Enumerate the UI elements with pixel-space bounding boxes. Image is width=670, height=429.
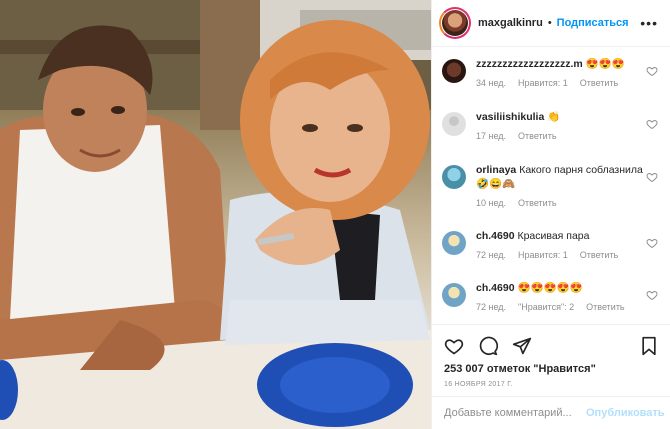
author-username[interactable]: maxgalkinru <box>478 17 543 29</box>
reply-button[interactable]: Ответить <box>580 78 618 88</box>
share-icon[interactable] <box>512 336 532 356</box>
comment-like-count[interactable]: "Нравится": 2 <box>518 302 574 312</box>
post-panel: maxgalkinru • Подписаться ••• zzzzzzzzzz… <box>431 0 670 429</box>
comment-body: ch.4690 😍😍😍😍😍 72 нед. "Нравится": 2 Отве… <box>476 281 646 329</box>
reply-button[interactable]: Ответить <box>586 302 624 312</box>
comment-time[interactable]: 72 нед. <box>476 250 506 260</box>
action-icons-row <box>444 333 659 359</box>
comment-text-line: zzzzzzzzzzzzzzzzzz.m 😍😍😍 <box>476 57 646 71</box>
reply-button[interactable]: Ответить <box>518 198 556 208</box>
commenter-username[interactable]: ch.4690 <box>476 230 515 242</box>
commenter-avatar[interactable] <box>442 112 466 136</box>
comment-item: ch.4690 Красивая пара 72 нед. Нравится: … <box>442 229 658 281</box>
heart-icon[interactable] <box>646 171 658 183</box>
comment-like-count[interactable]: Нравится: 1 <box>518 78 568 88</box>
likes-count[interactable]: 253 007 отметок "Нравится" <box>444 363 659 375</box>
heart-icon[interactable] <box>646 65 658 77</box>
comment-time[interactable]: 72 нед. <box>476 302 506 312</box>
commenter-avatar[interactable] <box>442 231 466 255</box>
comment-meta: 17 нед. Ответить <box>476 131 646 141</box>
post-actions: 253 007 отметок "Нравится" 16 ноября 201… <box>432 324 670 388</box>
comment-text: 👏 <box>547 111 561 123</box>
commenter-avatar[interactable] <box>442 283 466 307</box>
commenter-avatar[interactable] <box>442 59 466 83</box>
comment-text-line: orlinaya Какого парня соблазнила🤣😄🙈 <box>476 163 646 191</box>
comment-item: orlinaya Какого парня соблазнила🤣😄🙈 10 н… <box>442 163 658 229</box>
comment-body: vasiliishikulia 👏 17 нед. Ответить <box>476 110 646 163</box>
commenter-username[interactable]: vasiliishikulia <box>476 111 544 123</box>
comment-time[interactable]: 17 нед. <box>476 131 506 141</box>
publish-button[interactable]: Опубликовать <box>586 407 665 419</box>
follow-button[interactable]: Подписаться <box>557 17 629 29</box>
heart-icon[interactable] <box>646 289 658 301</box>
bookmark-icon[interactable] <box>639 336 659 356</box>
comment-meta: 72 нед. Нравится: 1 Ответить <box>476 250 646 260</box>
reply-button[interactable]: Ответить <box>580 250 618 260</box>
comment-text-line: ch.4690 Красивая пара <box>476 229 646 243</box>
comment-text-line: ch.4690 😍😍😍😍😍 <box>476 281 646 295</box>
commenter-username[interactable]: zzzzzzzzzzzzzzzzzz.m <box>476 58 583 70</box>
comment-meta: 72 нед. "Нравится": 2 Ответить <box>476 302 646 312</box>
commenter-username[interactable]: orlinaya <box>476 164 516 176</box>
comments-list: zzzzzzzzzzzzzzzzzz.m 😍😍😍 34 нед. Нравитс… <box>432 47 670 323</box>
comment-item: ch.4690 😍😍😍😍😍 72 нед. "Нравится": 2 Отве… <box>442 281 658 329</box>
commenter-avatar[interactable] <box>442 165 466 189</box>
heart-icon[interactable] <box>444 336 464 356</box>
comment-like-count[interactable]: Нравится: 1 <box>518 250 568 260</box>
comment-icon[interactable] <box>478 336 498 356</box>
comment-body: ch.4690 Красивая пара 72 нед. Нравится: … <box>476 229 646 281</box>
commenter-username[interactable]: ch.4690 <box>476 282 515 294</box>
comment-text: Красивая пара <box>517 230 590 242</box>
comment-body: zzzzzzzzzzzzzzzzzz.m 😍😍😍 34 нед. Нравитс… <box>476 57 646 110</box>
heart-icon[interactable] <box>646 118 658 130</box>
more-options-icon[interactable]: ••• <box>640 15 658 31</box>
post-header: maxgalkinru • Подписаться ••• <box>432 0 670 47</box>
comment-body: orlinaya Какого парня соблазнила🤣😄🙈 10 н… <box>476 163 646 229</box>
comment-item: zzzzzzzzzzzzzzzzzz.m 😍😍😍 34 нед. Нравитс… <box>442 57 658 110</box>
comment-meta: 34 нед. Нравится: 1 Ответить <box>476 78 646 88</box>
reply-button[interactable]: Ответить <box>518 131 556 141</box>
comment-time[interactable]: 34 нед. <box>476 78 506 88</box>
photo-illustration <box>0 0 431 429</box>
comment-input[interactable] <box>444 407 586 419</box>
comment-text: 😍😍😍 <box>585 58 625 70</box>
comment-meta: 10 нед. Ответить <box>476 198 646 208</box>
post-date[interactable]: 16 ноября 2017 г. <box>444 381 659 388</box>
comment-text: 😍😍😍😍😍 <box>517 282 583 294</box>
comment-item: vasiliishikulia 👏 17 нед. Ответить <box>442 110 658 163</box>
author-avatar[interactable] <box>439 7 471 39</box>
post-photo <box>0 0 431 429</box>
comment-time[interactable]: 10 нед. <box>476 198 506 208</box>
heart-icon[interactable] <box>646 237 658 249</box>
comment-text-line: vasiliishikulia 👏 <box>476 110 646 124</box>
header-separator: • <box>547 17 552 29</box>
add-comment-bar: Опубликовать <box>432 396 670 429</box>
